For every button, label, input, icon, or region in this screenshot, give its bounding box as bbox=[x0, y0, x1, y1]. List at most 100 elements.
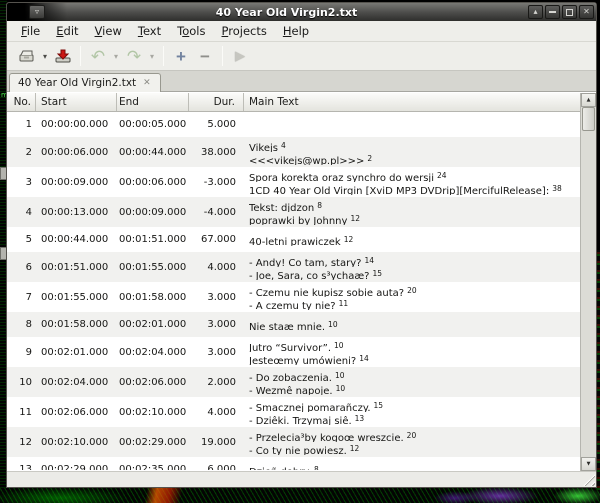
menu-view[interactable]: View bbox=[87, 22, 130, 40]
cell-no: 8 bbox=[7, 319, 36, 330]
scrollbar-track[interactable] bbox=[581, 131, 596, 457]
cell-end: 00:01:55.000 bbox=[117, 262, 189, 273]
menu-projects[interactable]: Projects bbox=[214, 22, 275, 40]
column-header-text[interactable]: Main Text bbox=[244, 93, 580, 111]
dropdown-icon: ▾ bbox=[150, 52, 154, 61]
table-row[interactable]: 1000:02:04.00000:02:06.0002.000- Do zoba… bbox=[7, 367, 580, 397]
cell-dur: 6.000 bbox=[189, 464, 244, 470]
minimize-icon bbox=[549, 6, 556, 13]
undo-icon: ↶ bbox=[91, 48, 105, 65]
cell-no: 3 bbox=[7, 177, 36, 188]
preview-button[interactable]: ▶ bbox=[228, 44, 252, 68]
vertical-scrollbar[interactable]: ▲ ▼ bbox=[581, 93, 596, 471]
menu-tools[interactable]: Tools bbox=[169, 22, 213, 40]
cell-no: 11 bbox=[7, 407, 36, 418]
minimize-button[interactable] bbox=[545, 5, 560, 19]
column-header-no[interactable]: No. bbox=[7, 93, 36, 111]
insert-subtitle-button[interactable]: + bbox=[169, 44, 193, 68]
column-header-start[interactable]: Start bbox=[36, 93, 117, 111]
desktop-wallpaper-bottom bbox=[0, 488, 600, 503]
cell-no: 10 bbox=[7, 377, 36, 388]
close-icon: ✕ bbox=[583, 7, 590, 16]
titlebar[interactable]: ▿ 40 Year Old Virgin2.txt ▴ ✕ bbox=[7, 3, 596, 21]
table-row[interactable]: 200:00:06.00000:00:44.00038.000Vikejs4<<… bbox=[7, 137, 580, 167]
tab-close-icon[interactable]: ✕ bbox=[143, 78, 151, 88]
cell-start: 00:02:01.000 bbox=[36, 347, 117, 358]
cell-end: 00:01:58.000 bbox=[117, 292, 189, 303]
undo-dropdown-button[interactable]: ▾ bbox=[110, 44, 122, 68]
play-icon: ▶ bbox=[235, 48, 245, 64]
table-row[interactable]: 800:01:58.00000:02:01.0003.000Nie staæ m… bbox=[7, 312, 580, 337]
undo-button[interactable]: ↶ bbox=[86, 44, 110, 68]
shade-icon: ▴ bbox=[533, 7, 537, 16]
remove-icon: − bbox=[200, 48, 210, 65]
cell-start: 00:00:44.000 bbox=[36, 234, 117, 245]
cell-no: 5 bbox=[7, 234, 36, 245]
maximize-icon bbox=[566, 9, 573, 16]
redo-dropdown-button[interactable]: ▾ bbox=[146, 44, 158, 68]
save-icon bbox=[54, 48, 72, 64]
cell-text: Spora korekta oraz synchro do wersji241C… bbox=[244, 169, 580, 195]
cell-no: 6 bbox=[7, 262, 36, 273]
cell-start: 00:00:00.000 bbox=[36, 119, 117, 130]
close-button[interactable]: ✕ bbox=[579, 5, 594, 19]
dropdown-icon: ▾ bbox=[43, 52, 47, 61]
table-row[interactable]: 400:00:13.00000:00:09.000-4.000Tekst: dj… bbox=[7, 197, 580, 227]
table-row[interactable]: 300:00:09.00000:00:06.000-3.000Spora kor… bbox=[7, 167, 580, 197]
cell-start: 00:02:10.000 bbox=[36, 437, 117, 448]
table-row[interactable]: 1300:02:29.00000:02:35.0006.000Dzieñ dob… bbox=[7, 457, 580, 470]
table-row[interactable]: 600:01:51.00000:01:55.0004.000- Andy! Co… bbox=[7, 252, 580, 282]
subtitle-table-body[interactable]: 100:00:00.00000:00:05.0005.000200:00:06.… bbox=[7, 112, 580, 470]
shade-button[interactable]: ▴ bbox=[528, 5, 543, 19]
table-row[interactable]: 1200:02:10.00000:02:29.00019.000- Przele… bbox=[7, 427, 580, 457]
cell-end: 00:00:44.000 bbox=[117, 147, 189, 158]
scrollbar-thumb[interactable] bbox=[582, 107, 595, 131]
tab-current-file[interactable]: 40 Year Old Virgin2.txt ✕ bbox=[9, 73, 161, 92]
maximize-button[interactable] bbox=[562, 5, 577, 19]
table-row[interactable]: 1100:02:06.00000:02:10.0004.000- Smaczne… bbox=[7, 397, 580, 427]
cell-dur: 3.000 bbox=[189, 319, 244, 330]
open-dropdown-button[interactable]: ▾ bbox=[39, 44, 51, 68]
cell-end: 00:02:29.000 bbox=[117, 437, 189, 448]
table-row[interactable]: 100:00:00.00000:00:05.0005.000 bbox=[7, 112, 580, 137]
cell-dur: 4.000 bbox=[189, 407, 244, 418]
open-button[interactable] bbox=[15, 44, 39, 68]
cell-end: 00:01:51.000 bbox=[117, 234, 189, 245]
menu-file[interactable]: File bbox=[13, 22, 48, 40]
remove-subtitle-button[interactable]: − bbox=[193, 44, 217, 68]
redo-button[interactable]: ↷ bbox=[122, 44, 146, 68]
cell-dur: 4.000 bbox=[189, 262, 244, 273]
menu-edit[interactable]: Edit bbox=[48, 22, 86, 40]
cell-end: 00:02:35.000 bbox=[117, 464, 189, 470]
table-row[interactable]: 900:02:01.00000:02:04.0003.000Jutro “Sur… bbox=[7, 337, 580, 367]
window-menu-button[interactable]: ▿ bbox=[29, 5, 45, 19]
cell-dur: 38.000 bbox=[189, 147, 244, 158]
open-icon bbox=[18, 48, 36, 64]
app-window: ▿ 40 Year Old Virgin2.txt ▴ ✕ FileEditVi… bbox=[6, 2, 597, 488]
column-header-end[interactable]: End bbox=[117, 93, 189, 111]
cell-no: 4 bbox=[7, 207, 36, 218]
table-row[interactable]: 500:00:44.00000:01:51.00067.00040-letni … bbox=[7, 227, 580, 252]
menu-bar: FileEditViewTextToolsProjectsHelp bbox=[7, 21, 596, 42]
menu-help[interactable]: Help bbox=[275, 22, 317, 40]
cell-dur: -3.000 bbox=[189, 177, 244, 188]
window-title: 40 Year Old Virgin2.txt bbox=[45, 6, 528, 19]
cell-start: 00:00:13.000 bbox=[36, 207, 117, 218]
tab-strip: 40 Year Old Virgin2.txt ✕ bbox=[7, 71, 596, 92]
cell-end: 00:00:09.000 bbox=[117, 207, 189, 218]
cell-no: 9 bbox=[7, 347, 36, 358]
scroll-up-button[interactable]: ▲ bbox=[581, 93, 596, 107]
cell-start: 00:00:09.000 bbox=[36, 177, 117, 188]
menu-text[interactable]: Text bbox=[130, 22, 169, 40]
save-button[interactable] bbox=[51, 44, 75, 68]
resize-grip[interactable] bbox=[582, 473, 595, 486]
cell-end: 00:00:05.000 bbox=[117, 119, 189, 130]
cell-text: - Przelecia³by kogoœ wreszcie.20- Co ty … bbox=[244, 429, 580, 455]
table-row[interactable]: 700:01:55.00000:01:58.0003.000- Czemu ni… bbox=[7, 282, 580, 312]
cell-end: 00:02:04.000 bbox=[117, 347, 189, 358]
column-header-dur[interactable]: Dur. bbox=[189, 93, 244, 111]
cell-start: 00:01:51.000 bbox=[36, 262, 117, 273]
scroll-down-button[interactable]: ▼ bbox=[581, 457, 596, 471]
cell-end: 00:02:01.000 bbox=[117, 319, 189, 330]
cell-start: 00:02:04.000 bbox=[36, 377, 117, 388]
